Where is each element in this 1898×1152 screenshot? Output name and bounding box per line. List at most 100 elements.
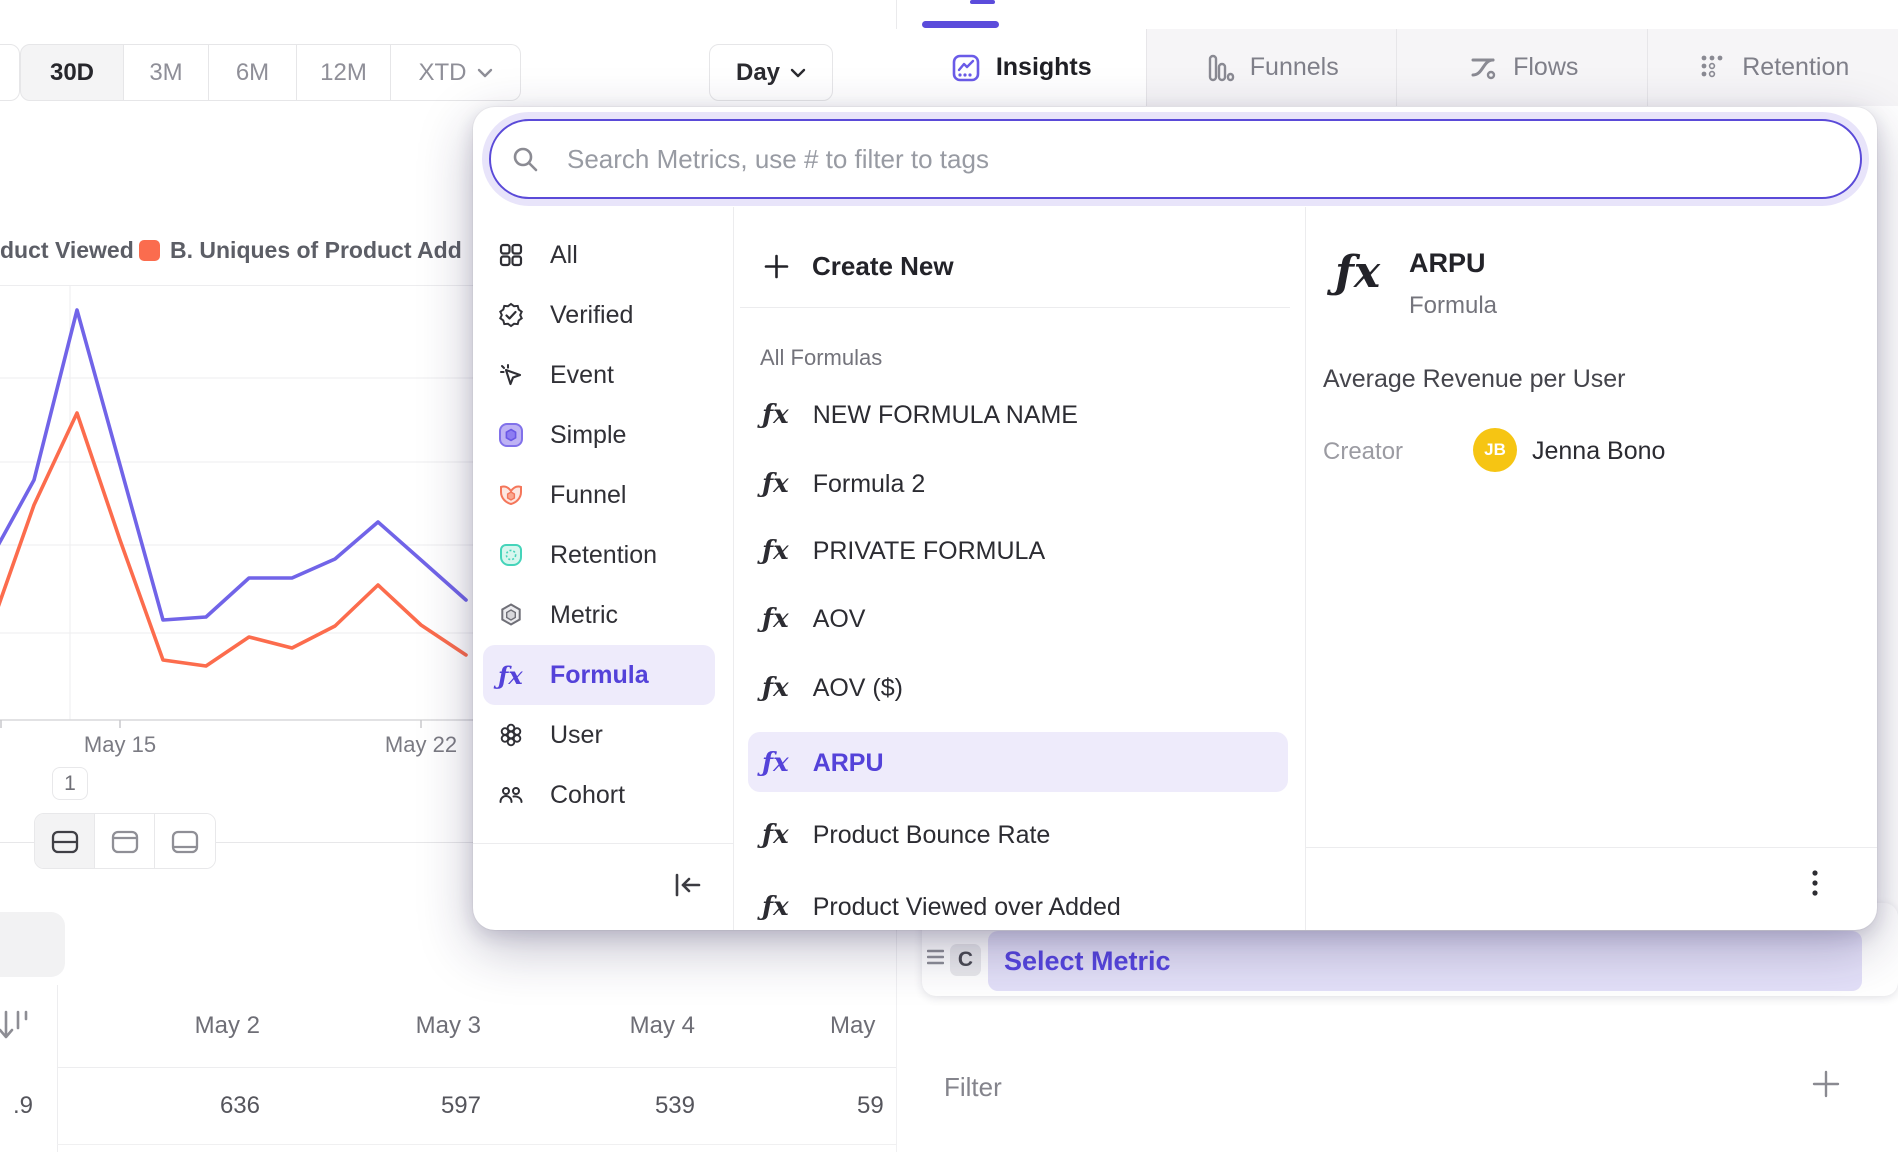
formula-item-3[interactable]: ƒx AOV — [762, 604, 865, 634]
legend-series-b-swatch — [139, 240, 160, 261]
formula-item-0[interactable]: ƒx NEW FORMULA NAME — [762, 400, 1078, 430]
formula-label: PRIVATE FORMULA — [813, 537, 1045, 566]
formula-item-5-selected[interactable]: ƒx ARPU — [762, 748, 884, 778]
create-new-button[interactable]: Create New — [763, 251, 954, 281]
sort-descending-icon[interactable] — [0, 1006, 30, 1044]
line-chart[interactable]: May 15 May 22 — [0, 285, 473, 760]
table-value-may3: 597 — [361, 1092, 481, 1120]
formula-label: Product Viewed over Added — [813, 893, 1121, 922]
user-cluster-icon — [498, 722, 524, 748]
verified-badge-icon — [498, 302, 524, 328]
range-label: 30D — [50, 59, 94, 87]
select-metric-pill[interactable]: Select Metric — [988, 931, 1862, 991]
tab-label: Insights — [996, 53, 1092, 82]
category-verified[interactable]: Verified — [498, 301, 633, 329]
tab-funnels[interactable]: Funnels — [1147, 29, 1398, 106]
pagination-page-button[interactable]: 1 — [52, 767, 88, 800]
layout-chart-button[interactable] — [95, 814, 155, 869]
report-type-tabs: Insights Funnels Flows Retent — [896, 29, 1898, 106]
search-icon — [511, 145, 539, 173]
detail-title: ARPU — [1409, 248, 1486, 279]
filter-label: Filter — [944, 1072, 1002, 1102]
breakdown-table: May 2 May 3 May 4 May .9 636 597 539 59 — [0, 980, 896, 1152]
tab-insights[interactable]: Insights — [896, 29, 1147, 106]
fx-icon: ƒx — [762, 536, 789, 566]
formula-item-2[interactable]: ƒx PRIVATE FORMULA — [762, 536, 1045, 566]
formula-label: NEW FORMULA NAME — [813, 401, 1078, 430]
category-all[interactable]: All — [498, 241, 578, 269]
category-cohort[interactable]: Cohort — [498, 781, 625, 809]
layout-table-button[interactable] — [155, 814, 215, 869]
granularity-label: Day — [736, 59, 780, 87]
range-button-xtd[interactable]: XTD — [391, 44, 521, 101]
formula-item-6[interactable]: ƒx Product Bounce Rate — [762, 820, 1050, 850]
tab-label: Funnels — [1250, 53, 1339, 82]
formula-item-7[interactable]: ƒx Product Viewed over Added — [762, 892, 1121, 922]
legend-series-a-label[interactable]: duct Viewed — [0, 237, 134, 264]
formula-item-4[interactable]: ƒx AOV ($) — [762, 673, 903, 703]
category-label: Retention — [550, 541, 657, 570]
retention-icon — [1696, 52, 1728, 84]
range-button-partial[interactable] — [0, 44, 20, 101]
legend-series-b-label[interactable]: B. Uniques of Product Add — [170, 237, 462, 264]
formula-fx-icon: ƒx — [498, 661, 524, 690]
category-metric[interactable]: Metric — [498, 601, 618, 629]
range-button-3m[interactable]: 3M — [124, 44, 209, 101]
range-button-12m[interactable]: 12M — [297, 44, 391, 101]
formula-label: Formula 2 — [813, 470, 926, 499]
category-event[interactable]: Event — [498, 361, 614, 389]
category-funnel[interactable]: Funnel — [498, 481, 626, 509]
table-value-partial-left: .9 — [0, 1092, 33, 1120]
collapse-sidebar-icon[interactable] — [673, 871, 703, 899]
x-tick-may22: May 22 — [385, 732, 457, 757]
fx-icon: ƒx — [762, 820, 789, 850]
category-retention[interactable]: Retention — [498, 541, 657, 569]
table-header-divider — [57, 1067, 896, 1068]
category-simple[interactable]: Simple — [498, 421, 626, 449]
tab-retention[interactable]: Retention — [1648, 29, 1898, 106]
granularity-button[interactable]: Day — [709, 44, 833, 101]
category-label: All — [550, 241, 578, 270]
page-number: 1 — [64, 772, 76, 796]
creator-name: Jenna Bono — [1532, 437, 1665, 466]
fx-icon: ƒx — [762, 604, 789, 634]
plus-icon — [763, 253, 790, 280]
category-label: Verified — [550, 301, 633, 330]
range-label: XTD — [419, 59, 467, 87]
formula-item-1[interactable]: ƒx Formula 2 — [762, 469, 925, 499]
category-label: Metric — [550, 601, 618, 630]
creator-avatar: JB — [1473, 428, 1517, 472]
layout-toggle-group — [34, 813, 216, 869]
search-placeholder: Search Metrics, use # to filter to tags — [567, 144, 989, 175]
range-button-6m[interactable]: 6M — [209, 44, 297, 101]
range-button-30d[interactable]: 30D — [20, 44, 124, 101]
formula-label: AOV ($) — [813, 674, 903, 703]
category-label: Simple — [550, 421, 626, 450]
metric-search-field[interactable]: Search Metrics, use # to filter to tags — [489, 119, 1862, 199]
table-header-may4[interactable]: May 4 — [575, 1012, 695, 1040]
table-header-partial[interactable]: May — [830, 1012, 896, 1040]
date-range-segmented-control: 30D 3M 6M 12M XTD — [20, 44, 521, 101]
table-corner-cell — [0, 912, 65, 977]
detail-creator-label: Creator — [1323, 438, 1403, 466]
metric-letter-badge: C — [950, 944, 981, 976]
layout-split-button[interactable] — [35, 814, 95, 869]
formula-label: ARPU — [813, 749, 884, 778]
tab-flows[interactable]: Flows — [1397, 29, 1648, 106]
fx-icon: ƒx — [762, 892, 789, 922]
fx-icon: ƒx — [762, 469, 789, 499]
table-vertical-divider — [57, 985, 58, 1152]
add-filter-button[interactable] — [1810, 1068, 1842, 1100]
table-header-may3[interactable]: May 3 — [361, 1012, 481, 1040]
category-user[interactable]: User — [498, 721, 603, 749]
picker-right-divider — [1305, 207, 1306, 930]
table-header-may2[interactable]: May 2 — [140, 1012, 260, 1040]
table-value-may2: 636 — [140, 1092, 260, 1120]
fx-icon: ƒx — [762, 748, 789, 778]
category-formula[interactable]: ƒx Formula — [498, 661, 649, 689]
avatar-initials: JB — [1484, 440, 1506, 460]
tab-label: Retention — [1742, 53, 1849, 82]
drag-handle-icon[interactable] — [927, 948, 944, 966]
table-value-partial: 59 — [857, 1092, 896, 1120]
kebab-menu-icon[interactable] — [1809, 867, 1821, 901]
